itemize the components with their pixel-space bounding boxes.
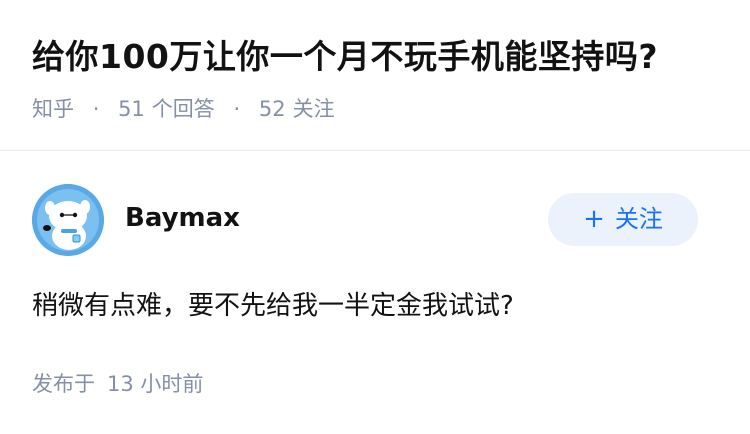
follow-button-label: 关注 [614, 205, 663, 233]
meta-separator: · [233, 97, 241, 121]
baymax-avatar-icon [32, 184, 104, 256]
follow-button[interactable]: + 关注 [548, 193, 698, 246]
question-header: 给你100万让你一个月不玩手机能坚持吗? 知乎 · 51 个回答 · 52 关注 [0, 0, 750, 150]
question-meta: 知乎 · 51 个回答 · 52 关注 [32, 92, 335, 126]
answer-content: 稍微有点难，要不先给我一半定金我试试? [32, 291, 514, 321]
source-label[interactable]: 知乎 [32, 97, 74, 121]
avatar[interactable] [32, 184, 104, 256]
plus-icon: + [583, 204, 605, 234]
question-title[interactable]: 给你100万让你一个月不玩手机能坚持吗? [32, 34, 658, 80]
publish-meta: 发布于 13 小时前 [32, 367, 203, 401]
publish-time: 13 小时前 [107, 372, 204, 396]
header-divider [0, 150, 750, 151]
follow-count: 52 [258, 97, 286, 121]
meta-separator: · [92, 97, 100, 121]
follow-count-label: 关注 [292, 97, 335, 121]
answer-count-label: 个回答 [151, 97, 215, 121]
publish-label: 发布于 [32, 372, 95, 396]
author-name[interactable]: Baymax [125, 200, 240, 236]
answer-page: 给你100万让你一个月不玩手机能坚持吗? 知乎 · 51个回答 · 52关注 [0, 0, 750, 434]
answer-count: 51 [118, 97, 145, 121]
